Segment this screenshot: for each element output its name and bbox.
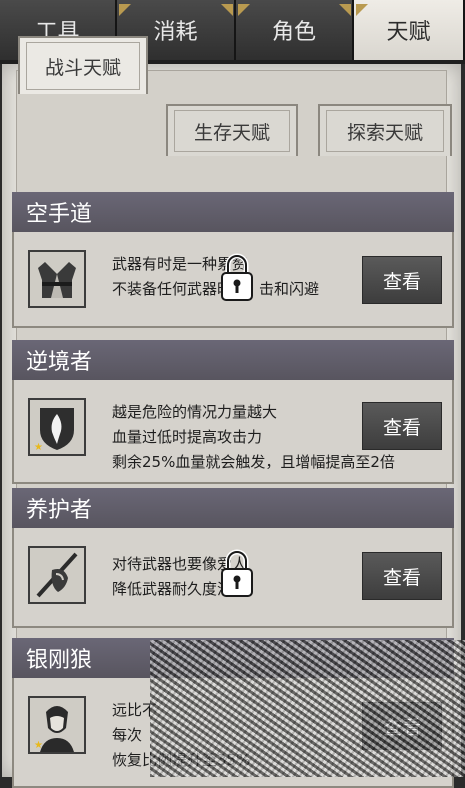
talent-name: 逆境者: [12, 340, 454, 380]
talent-card-caretaker: 养护者 对待武器也要像爱人 降低武器耐久度消耗 查看: [12, 488, 454, 628]
talent-description: 越是危险的情况力量越大 血量过低时提高攻击力 剩余25%血量就会触发，且增幅提高…: [112, 400, 395, 475]
noise-overlay: [150, 640, 465, 777]
lock-icon: [220, 548, 254, 598]
desc-line: 越是危险的情况力量越大: [112, 403, 278, 421]
tab-label: 消耗: [153, 20, 198, 45]
lock-icon: [220, 252, 254, 302]
desc-line: 血量过低时提高攻击力: [112, 428, 263, 446]
tab-corner-ornament: [221, 4, 233, 16]
tab-label: 角色: [271, 20, 316, 45]
tab-characters[interactable]: 角色: [236, 0, 354, 60]
talent-body: ★ 越是危险的情况力量越大 血量过低时提高攻击力 剩余25%血量就会触发，且增幅…: [12, 380, 454, 484]
talent-body: 对待武器也要像爱人 降低武器耐久度消耗 查看: [12, 528, 454, 628]
subtab-label: 生存天赋: [193, 121, 270, 144]
tab-corner-ornament: [339, 4, 351, 16]
star-icon: ★: [34, 740, 43, 751]
desc-line: 剩余25%血量就会触发，且增幅提高至2倍: [112, 453, 395, 471]
talent-description: 武器有时是一种累赘 不装备任何武器时提 击和闪避: [112, 252, 319, 302]
subtab-label: 战斗天赋: [44, 56, 121, 79]
talent-name: 空手道: [12, 192, 454, 232]
talent-name: 养护者: [12, 488, 454, 528]
subtab-combat[interactable]: 战斗天赋: [18, 36, 148, 94]
subtab-survival[interactable]: 生存天赋: [166, 104, 298, 156]
tab-corner-ornament: [356, 4, 368, 16]
tab-label: 天赋: [386, 20, 431, 45]
tab-talents[interactable]: 天赋: [354, 0, 465, 60]
subtab-exploration[interactable]: 探索天赋: [318, 104, 452, 156]
star-icon: ★: [34, 442, 43, 453]
crossed-weapons-icon: [28, 546, 86, 604]
tab-corner-ornament: [238, 4, 250, 16]
talent-body: 武器有时是一种累赘 不装备任何武器时提 击和闪避 查看: [12, 232, 454, 328]
subtab-label: 探索天赋: [346, 121, 423, 144]
talent-card-adversity: 逆境者 ★ 越是危险的情况力量越大 血量过低时提高攻击力 剩余25%血量就会触发…: [12, 340, 454, 484]
view-button[interactable]: 查看: [362, 552, 442, 600]
desc-line: 武器有时是一种累赘: [112, 255, 248, 273]
view-button[interactable]: 查看: [362, 402, 442, 450]
view-button[interactable]: 查看: [362, 256, 442, 304]
desc-line: 不装备任何武器时提 击和闪避: [112, 280, 320, 298]
tab-corner-ornament: [119, 4, 131, 16]
karate-gi-icon: [28, 250, 86, 308]
talent-card-karate: 空手道 武器有时是一种累赘 不装备任何武器时提 击和闪避 查看: [12, 192, 454, 328]
